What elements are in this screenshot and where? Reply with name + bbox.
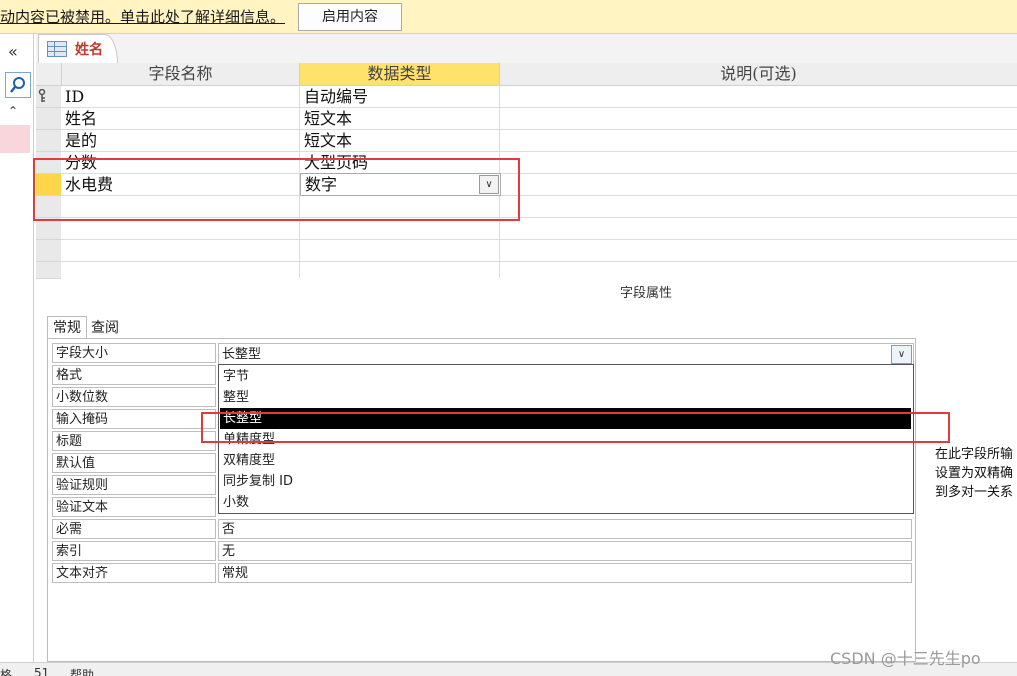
row-selector[interactable] (36, 218, 61, 240)
dropdown-option[interactable]: 字节 (220, 366, 911, 387)
prop-label-validation-rule: 验证规则 (52, 475, 216, 495)
hint-line: 设置为双精确 (935, 466, 1014, 481)
row-selector[interactable] (36, 240, 61, 262)
security-warning-bar: 动内容已被禁用。单击此处了解详细信息。 启用内容 (0, 0, 1017, 34)
highlight-box-field-row (33, 158, 520, 221)
chevron-up-icon[interactable]: ⌃ (8, 104, 18, 118)
prop-label-text-align: 文本对齐 (52, 563, 216, 583)
prop-label-validation-text: 验证文本 (52, 497, 216, 517)
prop-label-input-mask: 输入掩码 (52, 409, 216, 429)
tab-general[interactable]: 常规 (47, 316, 87, 339)
column-header-description: 说明(可选) (500, 63, 1017, 86)
field-name-cell[interactable]: ID (65, 86, 84, 107)
tab-lookup[interactable]: 查阅 (88, 318, 122, 338)
highlight-box-option (201, 412, 950, 443)
data-type-cell[interactable]: 短文本 (304, 130, 352, 151)
column-header-field-name: 字段名称 (62, 63, 300, 86)
row-selector[interactable] (36, 262, 61, 279)
dropdown-option[interactable]: 同步复制 ID (220, 471, 911, 492)
hint-line: 在此字段所输 (935, 447, 1014, 462)
tab-label: 姓名 (75, 42, 103, 58)
prop-value-indexed[interactable]: 无 (218, 541, 912, 561)
hint-line: 到多对一关系 (935, 485, 1014, 500)
document-tab-strip (36, 34, 1017, 64)
table-icon (47, 41, 67, 57)
property-hint-text: 在此字段所输 设置为双精确 到多对一关系 (935, 445, 1017, 502)
row-selector[interactable] (36, 130, 61, 152)
prop-label-default-value: 默认值 (52, 453, 216, 473)
field-properties-title: 字段属性 (620, 286, 673, 301)
nav-search-button[interactable] (5, 72, 31, 98)
column-header-data-type: 数据类型 (300, 63, 500, 86)
security-warning-message[interactable]: 动内容已被禁用。单击此处了解详细信息。 (0, 6, 285, 27)
collapse-nav-icon[interactable]: « (8, 42, 18, 61)
field-size-combo[interactable]: 长整型 ∨ (218, 343, 914, 366)
row-selector[interactable] (36, 86, 61, 108)
row-selector[interactable] (36, 108, 61, 130)
watermark: CSDN @十三先生po (830, 649, 981, 668)
field-name-cell[interactable]: 是的 (65, 130, 97, 151)
prop-label-indexed: 索引 (52, 541, 216, 561)
dropdown-option[interactable]: 整型 (220, 387, 911, 408)
prop-label-required: 必需 (52, 519, 216, 539)
row-selector-header[interactable] (36, 63, 62, 86)
prop-label-decimal-places: 小数位数 (52, 387, 216, 407)
dropdown-option[interactable]: 小数 (220, 492, 911, 513)
primary-key-icon (38, 89, 46, 102)
field-name-cell[interactable]: 姓名 (65, 108, 97, 129)
prop-value-required[interactable]: 否 (218, 519, 912, 539)
tab-table-design[interactable]: 姓名 (38, 34, 118, 63)
field-size-value: 长整型 (222, 347, 262, 362)
search-icon (10, 77, 25, 93)
chevron-down-icon[interactable]: ∨ (891, 345, 912, 364)
enable-content-button[interactable]: 启用内容 (298, 3, 402, 31)
dropdown-option[interactable]: 双精度型 (220, 450, 911, 471)
data-type-cell[interactable]: 短文本 (304, 108, 352, 129)
prop-label-format: 格式 (52, 365, 216, 385)
prop-label-caption: 标题 (52, 431, 216, 451)
data-type-cell[interactable]: 自动编号 (304, 86, 368, 107)
nav-selected-object[interactable] (0, 125, 30, 153)
prop-value-text-align[interactable]: 常规 (218, 563, 912, 583)
prop-label-field-size: 字段大小 (52, 343, 216, 363)
